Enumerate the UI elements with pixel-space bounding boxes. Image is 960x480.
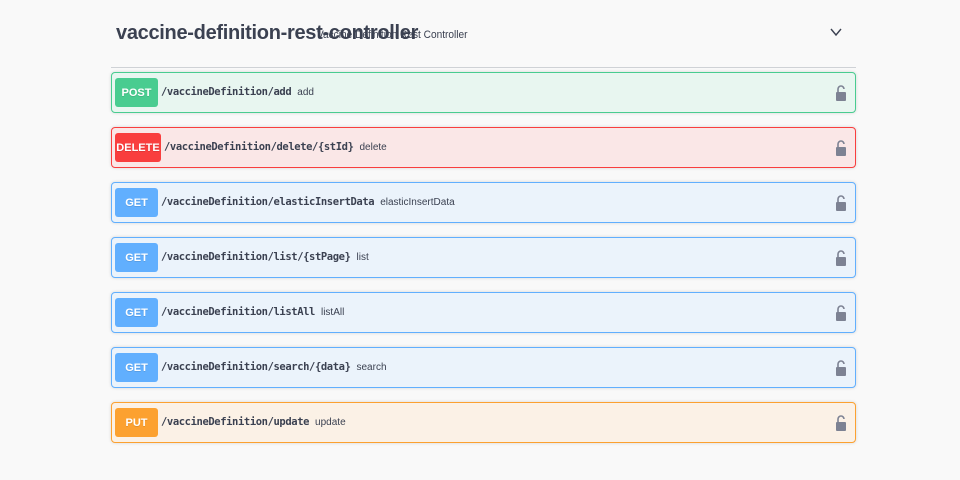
controller-section: vaccine-definition-rest-controller Vacci… — [111, 0, 856, 443]
operation-path-row: /vaccineDefinition/listAll listAll — [161, 306, 344, 318]
unlock-icon[interactable] — [835, 415, 847, 432]
operation-summary: search — [356, 362, 387, 373]
operation-path: /vaccineDefinition/add — [161, 86, 292, 98]
method-badge: GET — [115, 298, 158, 327]
operation-get-search[interactable]: GET /vaccineDefinition/search/{data} sear… — [111, 347, 856, 388]
unlock-icon[interactable] — [835, 360, 847, 377]
operation-summary: update — [315, 417, 346, 428]
operation-path: /vaccineDefinition/update — [161, 416, 310, 428]
unlock-icon[interactable] — [835, 85, 847, 102]
operation-path: /vaccineDefinition/elasticInsertData — [161, 196, 375, 208]
method-badge: GET — [115, 353, 158, 382]
unlock-icon[interactable] — [835, 250, 847, 267]
unlock-icon[interactable] — [835, 140, 847, 157]
method-badge: POST — [115, 78, 158, 107]
unlock-icon[interactable] — [835, 305, 847, 322]
operation-post-add[interactable]: POST /vaccineDefinition/add add — [111, 72, 856, 113]
operation-summary: add — [297, 87, 314, 98]
chevron-down-icon[interactable] — [830, 26, 842, 38]
method-badge: GET — [115, 243, 158, 272]
tag-header[interactable]: vaccine-definition-rest-controller Vacci… — [111, 0, 856, 68]
operation-summary: elasticInsertData — [380, 197, 455, 208]
operation-summary: list — [356, 252, 369, 263]
operation-put-update[interactable]: PUT /vaccineDefinition/update update — [111, 402, 856, 443]
method-badge: PUT — [115, 408, 158, 437]
operation-path-row: /vaccineDefinition/delete/{stId} delete — [164, 141, 387, 153]
operation-path-row: /vaccineDefinition/list/{stPage} list — [161, 251, 369, 263]
operation-path: /vaccineDefinition/delete/{stId} — [164, 141, 354, 153]
operation-path-row: /vaccineDefinition/search/{data} search — [161, 361, 387, 373]
tag-description: Vaccine Definition Rest Controller — [317, 29, 468, 41]
operation-summary: listAll — [320, 307, 345, 318]
operation-path: /vaccineDefinition/search/{data} — [161, 361, 351, 373]
operation-path: /vaccineDefinition/listAll — [161, 306, 315, 318]
operation-get-list-all[interactable]: GET /vaccineDefinition/listAll listAll — [111, 292, 856, 333]
operation-path-row: /vaccineDefinition/elasticInsertData elas… — [161, 196, 455, 208]
method-badge: GET — [115, 188, 158, 217]
operation-path-row: /vaccineDefinition/add add — [161, 86, 314, 98]
operation-get-elastic-insert-data[interactable]: GET /vaccineDefinition/elasticInsertData… — [111, 182, 856, 223]
method-badge: DELETE — [115, 133, 161, 162]
operation-path-row: /vaccineDefinition/update update — [161, 416, 346, 428]
unlock-icon[interactable] — [835, 195, 847, 212]
operation-path: /vaccineDefinition/list/{stPage} — [161, 251, 351, 263]
operation-summary: delete — [359, 142, 387, 153]
operation-get-list[interactable]: GET /vaccineDefinition/list/{stPage} list — [111, 237, 856, 278]
operation-delete[interactable]: DELETE /vaccineDefinition/delete/{stId} d… — [111, 127, 856, 168]
